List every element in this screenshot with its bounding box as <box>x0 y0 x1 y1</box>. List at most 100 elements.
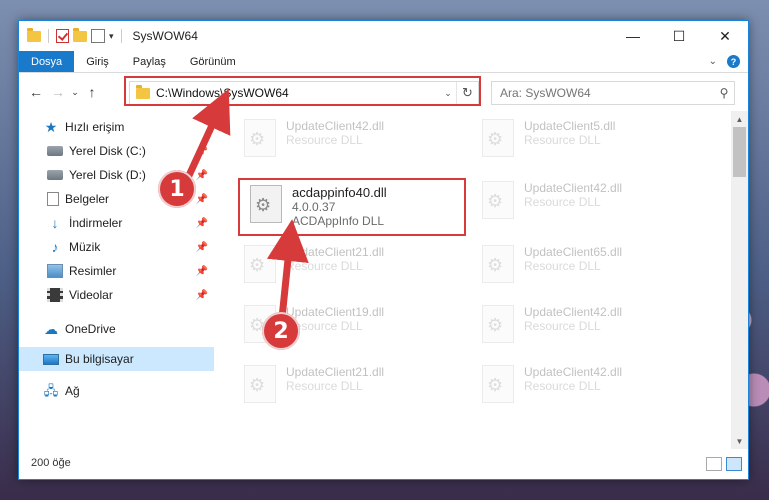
pin-icon[interactable]: 📌 <box>196 194 208 205</box>
nav-label: Videolar <box>69 288 113 302</box>
search-box[interactable]: ⚲ <box>491 81 735 105</box>
file-version: 4.0.0.37 <box>292 200 336 214</box>
dll-file-icon <box>244 245 276 283</box>
file-tile[interactable]: UpdateClient42.dllResource DLL <box>474 361 694 407</box>
pin-icon[interactable]: 📌 <box>196 170 208 181</box>
callout-2: 2 <box>262 312 300 350</box>
forward-button[interactable]: → <box>47 81 69 103</box>
up-button[interactable]: ↑ <box>81 81 103 103</box>
file-tile[interactable]: UpdateClient42.dllResource DLL <box>474 301 694 347</box>
nav-item-pictures[interactable]: Resimler 📌 <box>19 259 214 283</box>
tab-file[interactable]: Dosya <box>19 51 75 72</box>
disk-icon <box>47 146 63 156</box>
file-description: Resource DLL <box>286 259 363 273</box>
file-tile[interactable]: UpdateClient21.dllResource DLL <box>236 361 456 407</box>
nav-onedrive[interactable]: ☁ OneDrive <box>19 317 214 341</box>
network-icon: 🖧 <box>43 383 59 398</box>
file-tile-acdappinfo40[interactable]: acdappinfo40.dll 4.0.0.37 ACDAppInfo DLL <box>242 181 462 233</box>
search-input[interactable] <box>500 86 714 100</box>
file-name: UpdateClient5.dll <box>524 119 616 133</box>
maximize-button[interactable]: ☐ <box>656 21 702 51</box>
file-name: UpdateClient42.dll <box>524 305 623 319</box>
new-folder-icon[interactable] <box>73 27 87 42</box>
nav-item-downloads[interactable]: ↓ İndirmeler 📌 <box>19 211 214 235</box>
address-dropdown-chevron-icon[interactable]: ⌄ <box>440 88 456 99</box>
close-button[interactable]: ✕ <box>702 21 748 51</box>
file-description: Resource DLL <box>524 319 601 333</box>
file-name: UpdateClient19.dll <box>286 305 385 319</box>
videos-icon <box>47 288 63 302</box>
file-tile[interactable]: UpdateClient42.dllResource DLL <box>474 177 694 223</box>
view-toggle <box>706 457 742 471</box>
nav-label: Hızlı erişim <box>65 120 125 134</box>
properties-icon[interactable] <box>91 29 105 43</box>
file-description: Resource DLL <box>524 195 601 209</box>
navigation-bar: ← → ⌄ ↑ C:\Windows\SysWOW64 ⌄ ↻ ⚲ <box>19 73 748 111</box>
file-tile[interactable]: UpdateClient21.dllResource DLL <box>236 241 456 287</box>
vertical-scrollbar[interactable]: ▲ ▼ <box>731 111 748 449</box>
nav-label: Ağ <box>65 384 80 398</box>
documents-icon <box>47 192 59 206</box>
pin-icon[interactable]: 📌 <box>196 146 208 157</box>
nav-item-local-disk-c[interactable]: Yerel Disk (C:) 📌 <box>19 139 214 163</box>
address-bar[interactable]: C:\Windows\SysWOW64 ⌄ ↻ <box>129 81 479 105</box>
file-tile[interactable]: UpdateClient5.dllResource DLL <box>474 115 694 161</box>
downloads-icon: ↓ <box>51 215 59 231</box>
star-icon: ★ <box>44 119 58 135</box>
pin-icon[interactable]: 📌 <box>196 218 208 229</box>
dll-file-icon <box>482 245 514 283</box>
dll-file-icon <box>482 119 514 157</box>
large-icons-view-icon[interactable] <box>726 457 742 471</box>
address-path[interactable]: C:\Windows\SysWOW64 <box>156 86 440 100</box>
file-list: UpdateClient42.dllResource DLL acdappinf… <box>214 111 748 449</box>
ribbon-tabs: Dosya Giriş Paylaş Görünüm ⌄ ? <box>19 51 748 73</box>
nav-quick-access[interactable]: ★ Hızlı erişim <box>19 115 214 139</box>
search-icon[interactable]: ⚲ <box>714 86 734 100</box>
file-tile[interactable]: UpdateClient65.dllResource DLL <box>474 241 694 287</box>
details-view-icon[interactable] <box>706 457 722 471</box>
scroll-thumb[interactable] <box>733 127 746 177</box>
file-tile[interactable]: UpdateClient42.dllResource DLL <box>236 115 456 161</box>
nav-this-pc[interactable]: Bu bilgisayar <box>19 347 214 371</box>
file-name: UpdateClient42.dll <box>524 181 623 195</box>
ribbon-right-controls: ⌄ ? <box>709 55 740 68</box>
file-description: Resource DLL <box>286 133 363 147</box>
recent-locations-chevron-icon[interactable]: ⌄ <box>69 81 81 103</box>
dll-file-icon <box>482 305 514 343</box>
pin-icon[interactable]: 📌 <box>196 266 208 277</box>
file-name: UpdateClient42.dll <box>286 119 385 133</box>
title-bar: ▾ SysWOW64 — ☐ ✕ <box>19 21 748 51</box>
minimize-button[interactable]: — <box>610 21 656 51</box>
tab-share[interactable]: Paylaş <box>121 51 178 72</box>
back-button[interactable]: ← <box>25 81 47 103</box>
pin-icon[interactable]: 📌 <box>196 290 208 301</box>
item-count: 200 öğe <box>31 457 71 469</box>
toolbar-separator <box>120 29 122 43</box>
computer-icon <box>43 353 59 365</box>
tab-home[interactable]: Giriş <box>74 51 121 72</box>
nav-label: Belgeler <box>65 192 110 206</box>
folder-icon <box>136 84 150 99</box>
scroll-up-arrow-icon[interactable]: ▲ <box>731 111 748 127</box>
file-description: Resource DLL <box>286 319 363 333</box>
nav-label: OneDrive <box>65 322 116 336</box>
file-description: Resource DLL <box>286 379 363 393</box>
properties-check-icon[interactable] <box>56 29 69 43</box>
music-icon: ♪ <box>51 239 59 255</box>
help-icon[interactable]: ? <box>727 55 740 68</box>
pin-icon[interactable]: 📌 <box>196 242 208 253</box>
pictures-icon <box>47 264 63 278</box>
dll-file-icon <box>244 119 276 157</box>
tab-view[interactable]: Görünüm <box>178 51 248 72</box>
file-name: UpdateClient42.dll <box>524 365 623 379</box>
folder-icon[interactable] <box>27 27 41 42</box>
refresh-button[interactable]: ↻ <box>456 82 478 104</box>
nav-item-videos[interactable]: Videolar 📌 <box>19 283 214 307</box>
nav-item-music[interactable]: ♪ Müzik 📌 <box>19 235 214 259</box>
expand-ribbon-chevron-icon[interactable]: ⌄ <box>709 56 717 67</box>
navigation-pane: ★ Hızlı erişim Yerel Disk (C:) 📌 Yerel D… <box>19 111 214 449</box>
customize-toolbar-chevron-icon[interactable]: ▾ <box>109 31 114 42</box>
nav-label: Müzik <box>69 240 101 254</box>
nav-network[interactable]: 🖧 Ağ <box>19 379 214 403</box>
file-description: Resource DLL <box>524 379 601 393</box>
